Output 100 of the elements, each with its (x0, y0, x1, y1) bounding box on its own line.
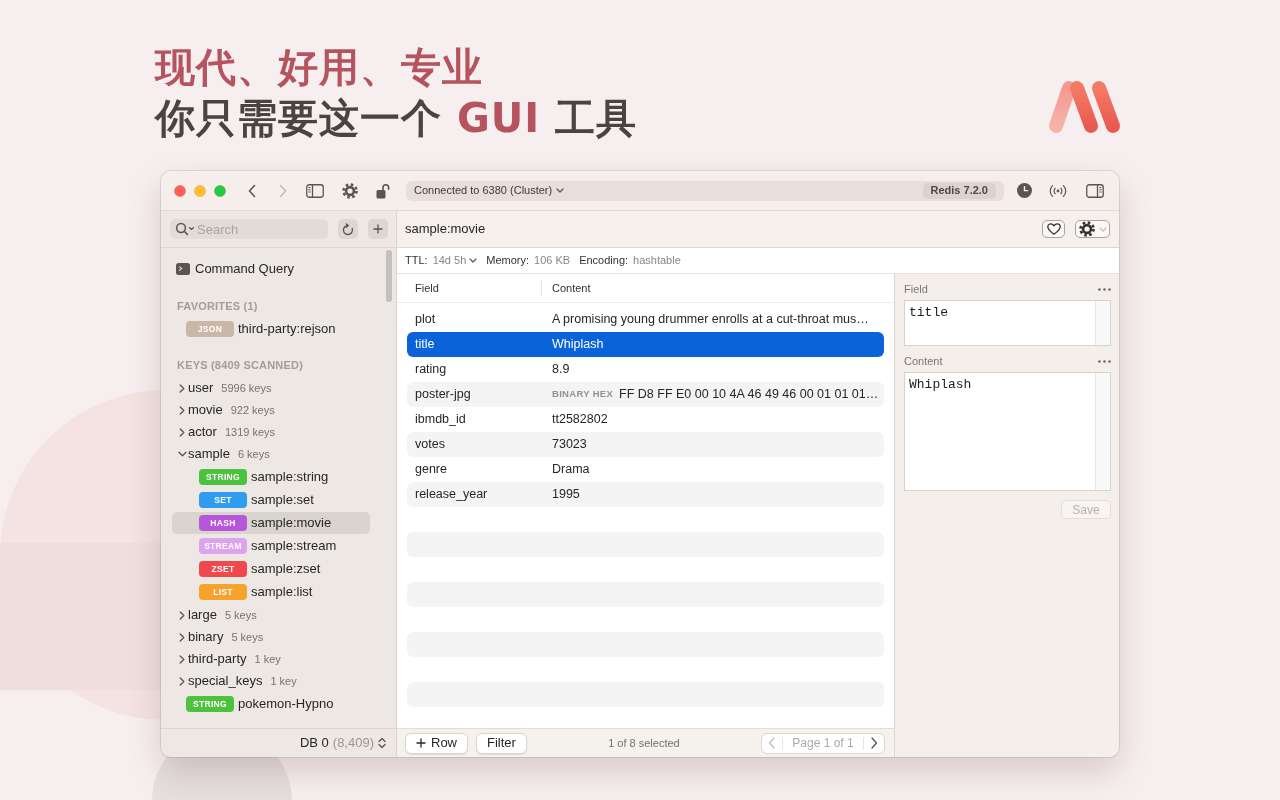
more-icon[interactable] (1098, 359, 1111, 363)
table-row[interactable]: plot A promising young drummer enrolls at a cut-throat mus… (407, 307, 884, 332)
folder-item[interactable]: binary 5 keys (172, 626, 370, 648)
table-cell-text: poster-jpg (415, 386, 472, 404)
table-cell-text: 73023 (552, 436, 587, 454)
table-row[interactable]: genre Drama (407, 457, 884, 482)
key-item[interactable]: STRING pokemon-Hypno (172, 693, 370, 715)
chevron-down-icon[interactable] (469, 258, 478, 263)
search-icon (175, 222, 195, 236)
table-cell-text: tt2582802 (552, 411, 608, 429)
key-count: 5 keys (224, 607, 257, 623)
column-header[interactable]: Field (415, 279, 541, 297)
add-key-button[interactable] (368, 219, 388, 239)
key-item[interactable]: STRING sample:string (172, 466, 370, 488)
meta-value[interactable]: 14d 5h (432, 252, 467, 269)
table-cell-text: Whiplash (552, 336, 604, 354)
table-cell-text: Drama (552, 461, 590, 479)
folder-item[interactable]: special_keys 1 key (172, 670, 370, 692)
meta-value: hashtable (633, 253, 681, 269)
folder-item[interactable]: sample 6 keys (172, 443, 370, 465)
table-cell-text: 1995 (552, 486, 580, 504)
settings-menu-button[interactable] (1075, 220, 1110, 238)
tagline-heading: 现代、好用、专业 (155, 43, 484, 92)
key-count: 5996 keys (221, 380, 272, 396)
table-cell-text: votes (415, 436, 446, 454)
type-badge: STRING (186, 696, 234, 712)
terminal-icon (176, 263, 190, 275)
key-count: 922 keys (230, 402, 275, 418)
chevron-down-icon (556, 188, 565, 193)
filter-button[interactable]: Filter (476, 732, 527, 754)
key-title: sample:movie (405, 220, 486, 239)
folder-item[interactable]: user 5996 keys (172, 377, 370, 399)
settings-icon (1078, 221, 1095, 237)
type-badge: SET (199, 492, 247, 508)
add-row-button[interactable]: Row (405, 732, 468, 754)
broadcast-icon[interactable] (1049, 183, 1067, 198)
type-badge: STRING (199, 469, 247, 485)
settings-icon[interactable] (342, 182, 358, 199)
command-query-item[interactable]: Command Query (172, 258, 370, 280)
field-label: Field (904, 281, 928, 297)
meta-label: Encoding: (579, 253, 629, 269)
meta-label: TTL: (405, 253, 428, 269)
connection-selector[interactable]: Connected to 6380 (Cluster) Redis 7.2.0 (406, 180, 1004, 201)
page-label: Page 1 of 1 (782, 736, 864, 750)
table-row[interactable]: title Whiplash (407, 332, 884, 357)
favorite-button[interactable] (1042, 220, 1065, 238)
clock-icon[interactable] (1017, 183, 1032, 198)
refresh-button[interactable] (338, 219, 358, 239)
folder-item[interactable]: actor 1319 keys (172, 421, 370, 443)
folder-item[interactable]: large 5 keys (172, 604, 370, 626)
updown-chevron-icon (378, 737, 386, 749)
table-cell-text: A promising young drummer enrolls at a cut-throat mus… (552, 311, 869, 329)
meta-value: 106 KB (534, 253, 571, 269)
selection-status: 1 of 8 selected (607, 735, 681, 751)
column-header[interactable]: Content (552, 279, 591, 297)
type-badge: STREAM (199, 538, 247, 554)
table-cell-text: plot (415, 311, 437, 329)
key-count: 1 key (254, 651, 281, 667)
folder-item[interactable]: third-party 1 key (172, 648, 370, 670)
plus-icon (373, 224, 383, 234)
table-row[interactable]: poster-jpg BINARY HEX FF D8 FF E0 00 10 4A 46 49 46 00 01 01 01… (407, 382, 884, 407)
sidebar-icon[interactable] (306, 183, 324, 198)
scrollbar-thumb[interactable] (386, 250, 392, 302)
heart-icon (1046, 223, 1061, 235)
table-row[interactable]: release_year 1995 (407, 482, 884, 507)
key-item[interactable]: SET sample:set (172, 489, 370, 511)
table-cell-text: rating (415, 361, 448, 379)
text-editor[interactable]: Whiplash (904, 372, 1111, 491)
key-item[interactable]: STREAM sample:stream (172, 535, 370, 557)
key-item[interactable]: HASH sample:movie (172, 512, 370, 534)
meta-label: Memory: (486, 253, 530, 269)
type-badge: JSON (186, 321, 234, 337)
logo-icon (1047, 79, 1123, 135)
chevron-down-icon (1098, 226, 1107, 232)
section-heading: KEYS (8409 SCANNED) (176, 357, 305, 373)
field-label: Content (904, 353, 943, 369)
key-item[interactable]: LIST sample:list (172, 581, 370, 603)
table-cell-text: FF D8 FF E0 00 10 4A 46 49 46 00 01 01 01… (619, 386, 879, 404)
table-cell-text: title (415, 336, 436, 354)
key-count: 6 keys (237, 446, 270, 462)
refresh-icon (342, 222, 354, 236)
table-row[interactable]: votes 73023 (407, 432, 884, 457)
text-editor[interactable]: title (904, 300, 1111, 346)
database-selector[interactable]: DB 0 (8,409) (299, 733, 386, 753)
window-close-icon[interactable] (174, 184, 186, 197)
key-count: 5 keys (231, 629, 264, 645)
search-field[interactable]: Search (170, 219, 328, 239)
key-item[interactable]: ZSET sample:zset (172, 558, 370, 580)
table-cell-text: release_year (415, 486, 489, 504)
table-row[interactable]: rating 8.9 (407, 357, 884, 382)
table-row[interactable]: ibmdb_id tt2582802 (407, 407, 884, 432)
inspector-panel-icon[interactable] (1086, 183, 1104, 198)
folder-item[interactable]: movie 922 keys (172, 399, 370, 421)
unlocked-padlock-icon[interactable] (376, 182, 390, 199)
key-item[interactable]: JSON third-party:rejson (172, 318, 370, 340)
key-count: 1 key (270, 673, 297, 689)
chevron-right-icon[interactable] (870, 737, 878, 749)
table-cell-text: ibmdb_id (415, 411, 467, 429)
more-icon[interactable] (1098, 287, 1111, 291)
back-icon[interactable] (247, 183, 257, 198)
